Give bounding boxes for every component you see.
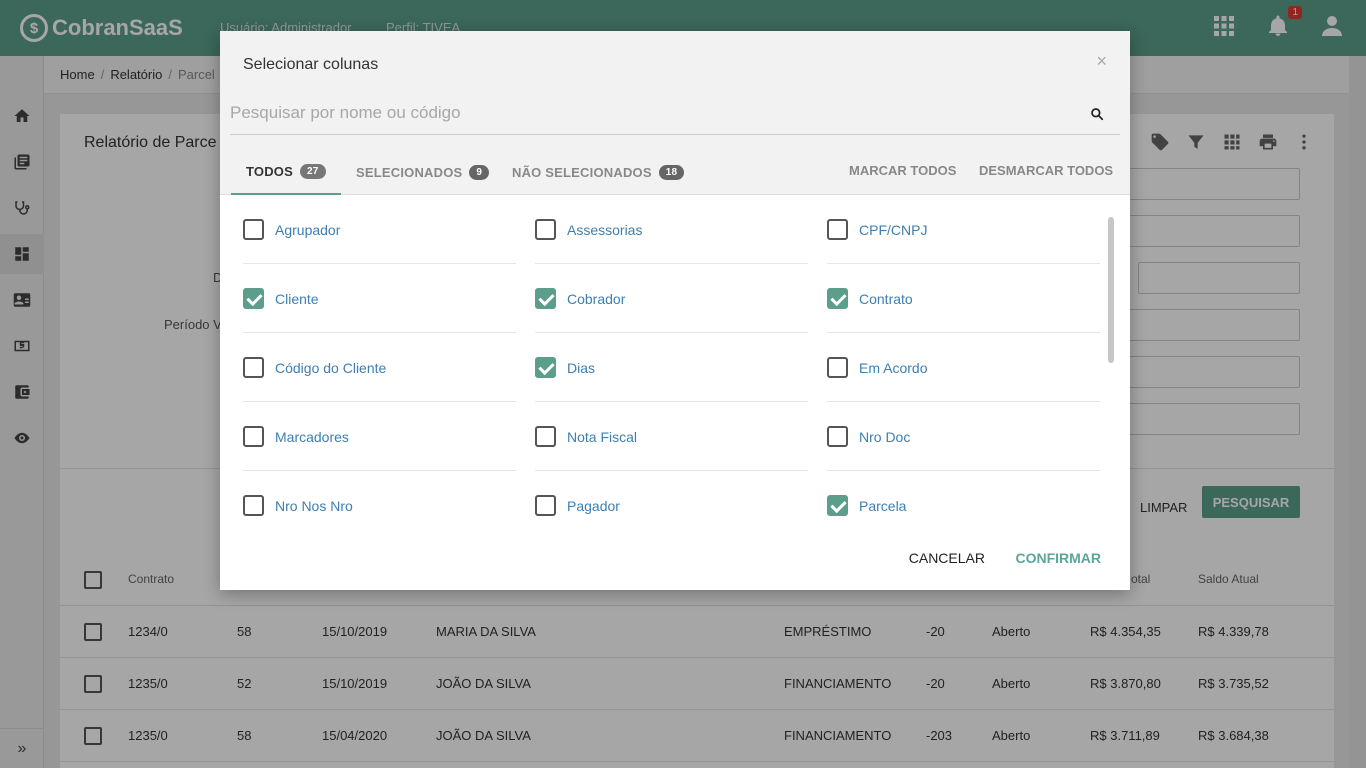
column-option-label[interactable]: Cobrador [567,291,625,307]
column-checkbox[interactable] [535,495,556,516]
column-option-label[interactable]: Agrupador [275,222,340,238]
column-option[interactable]: Dias [535,333,808,402]
tab-label: TODOS [246,163,293,179]
column-option-label[interactable]: Nro Doc [859,429,910,445]
column-option-label[interactable]: Código do Cliente [275,360,386,376]
column-option-label[interactable]: Contrato [859,291,913,307]
column-checkbox[interactable] [243,426,264,447]
column-option[interactable]: Contrato [827,264,1100,333]
close-icon[interactable]: × [1096,51,1107,72]
column-option[interactable]: Cliente [243,264,516,333]
column-option-label[interactable]: Dias [567,360,595,376]
modal-header: Selecionar colunas × TODOS 27 SELECIONADO… [220,31,1130,195]
column-option-label[interactable]: Nro Nos Nro [275,498,353,514]
column-checkbox[interactable] [535,288,556,309]
column-option-label[interactable]: Assessorias [567,222,642,238]
search-input[interactable] [230,97,1080,129]
column-checkbox[interactable] [827,288,848,309]
columns-grid: Agrupador Assessorias CPF/CNPJ Cliente Cobra… [243,195,1107,525]
column-option[interactable]: Assessorias [535,195,808,264]
tab-count: 9 [469,164,490,180]
column-checkbox[interactable] [535,426,556,447]
column-option[interactable]: Código do Cliente [243,333,516,402]
column-option-label[interactable]: Cliente [275,291,319,307]
tab-label: NÃO SELECIONADOS [512,164,652,180]
column-option[interactable]: Nro Nos Nro [243,471,516,525]
column-option-label[interactable]: CPF/CNPJ [859,222,927,238]
column-option[interactable]: CPF/CNPJ [827,195,1100,264]
tab-count: 18 [658,164,685,180]
select-columns-modal: Selecionar colunas × TODOS 27 SELECIONADO… [220,31,1130,590]
confirm-button[interactable]: CONFIRMAR [1015,550,1101,566]
column-option[interactable]: Cobrador [535,264,808,333]
tab-nao-selecionados[interactable]: NÃO SELECIONADOS 18 [512,149,685,195]
cancel-button[interactable]: CANCELAR [909,550,985,566]
column-option[interactable]: Agrupador [243,195,516,264]
column-checkbox[interactable] [827,219,848,240]
column-option-label[interactable]: Em Acordo [859,360,927,376]
column-option[interactable]: Nota Fiscal [535,402,808,471]
column-checkbox[interactable] [243,495,264,516]
tab-label: SELECIONADOS [356,164,463,180]
tab-todos[interactable]: TODOS 27 [231,149,341,195]
column-checkbox[interactable] [827,357,848,378]
modal-scrollbar[interactable] [1108,217,1114,363]
modal-title: Selecionar colunas [243,56,379,73]
select-all-button[interactable]: MARCAR TODOS [849,163,956,178]
column-option-label[interactable]: Pagador [567,498,620,514]
column-option-label[interactable]: Marcadores [275,429,349,445]
column-option[interactable]: Nro Doc [827,402,1100,471]
column-checkbox[interactable] [535,219,556,240]
tab-selecionados[interactable]: SELECIONADOS 9 [356,149,490,195]
search-box [230,97,1120,135]
column-checkbox[interactable] [535,357,556,378]
column-option[interactable]: Parcela [827,471,1100,525]
search-icon[interactable] [1090,107,1104,121]
column-checkbox[interactable] [243,219,264,240]
deselect-all-button[interactable]: DESMARCAR TODOS [979,163,1113,178]
column-option-label[interactable]: Parcela [859,498,906,514]
column-checkbox[interactable] [827,426,848,447]
column-option-label[interactable]: Nota Fiscal [567,429,637,445]
column-option[interactable]: Em Acordo [827,333,1100,402]
column-checkbox[interactable] [243,288,264,309]
column-checkbox[interactable] [243,357,264,378]
column-checkbox[interactable] [827,495,848,516]
column-option[interactable]: Marcadores [243,402,516,471]
column-option[interactable]: Pagador [535,471,808,525]
tab-count: 27 [300,163,326,179]
